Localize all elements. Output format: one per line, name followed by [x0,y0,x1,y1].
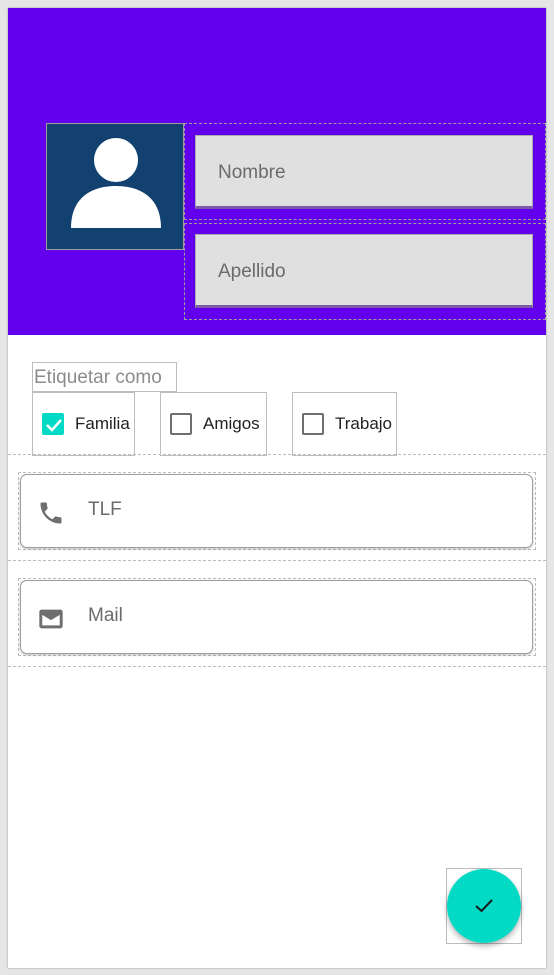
checkbox-label: Amigos [203,414,260,433]
divider [8,560,546,561]
phone-icon [37,499,65,532]
person-icon [71,138,161,228]
checkbox-amigos[interactable]: Amigos [160,392,267,456]
phone-placeholder: TLF [88,499,122,520]
divider [8,666,546,667]
avatar[interactable] [46,123,184,250]
checkbox-label: Familia [75,414,130,433]
apellido-placeholder: Apellido [218,261,286,282]
checkbox-familia[interactable]: Familia [32,392,135,456]
save-fab-button[interactable] [447,869,521,943]
checkbox-label: Trabajo [335,414,393,433]
nombre-placeholder: Nombre [218,162,286,183]
mail-icon [37,605,65,638]
header: Nombre Apellido [8,8,546,335]
contact-form-screen: Nombre Apellido Etiquetar como Familia A… [8,8,546,968]
check-icon [475,899,493,913]
nombre-field[interactable]: Nombre [195,135,533,209]
checkbox-trabajo[interactable]: Trabajo [292,392,397,456]
apellido-field[interactable]: Apellido [195,234,533,308]
save-fab-container [446,868,522,944]
divider [8,454,546,455]
checkbox-unchecked-icon [302,413,324,435]
mail-placeholder: Mail [88,605,123,626]
tag-section-label: Etiquetar como [32,362,177,392]
checkbox-checked-icon [42,413,64,435]
mail-field[interactable]: Mail [20,580,533,654]
checkbox-unchecked-icon [170,413,192,435]
phone-field[interactable]: TLF [20,474,533,548]
